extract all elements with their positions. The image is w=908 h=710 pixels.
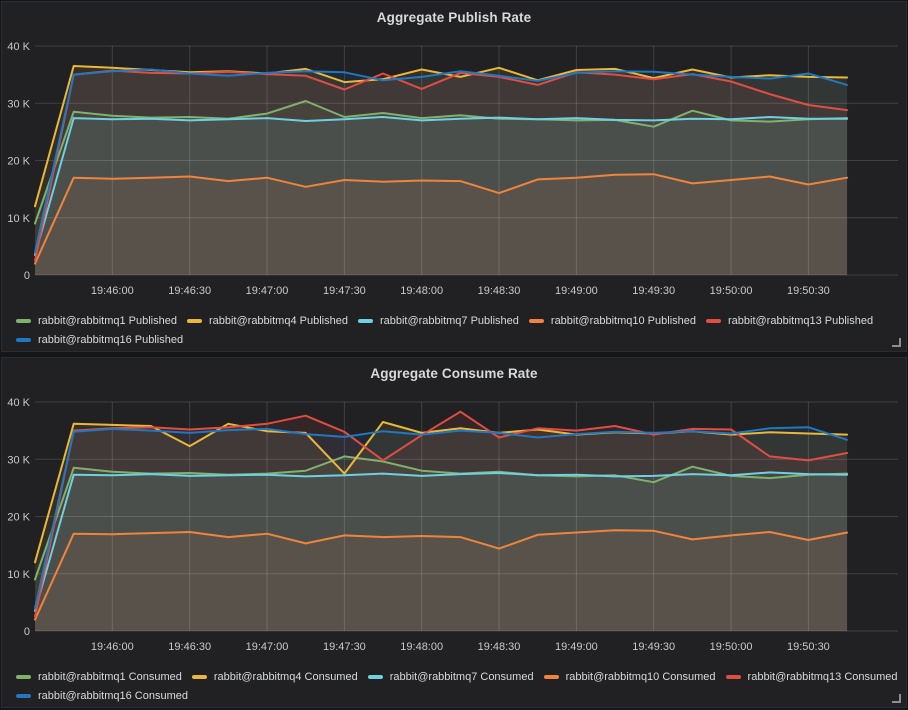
legend-series-marker — [16, 338, 31, 342]
legend-series-label: rabbit@rabbitmq16 Consumed — [38, 687, 188, 705]
svg-text:19:49:30: 19:49:30 — [632, 285, 675, 297]
legend-series-label: rabbit@rabbitmq10 Consumed — [566, 668, 716, 686]
legend-series-label: rabbit@rabbitmq16 Published — [38, 331, 183, 349]
panel-aggregate-consume-rate: Aggregate Consume Rate 0 10 K 20 K 30 K 40 K… — [1, 357, 907, 708]
svg-text:19:46:00: 19:46:00 — [91, 641, 134, 653]
svg-text:30 K: 30 K — [7, 454, 30, 466]
svg-text:0: 0 — [24, 626, 30, 638]
svg-text:19:46:30: 19:46:30 — [168, 285, 211, 297]
svg-text:40 K: 40 K — [7, 41, 30, 53]
legend-series-label: rabbit@rabbitmq1 Published — [38, 312, 177, 330]
svg-text:10 K: 10 K — [7, 569, 30, 581]
svg-text:30 K: 30 K — [7, 98, 30, 110]
legend-item[interactable]: rabbit@rabbitmq1 Published — [16, 312, 177, 330]
legend-item[interactable]: rabbit@rabbitmq7 Published — [358, 312, 519, 330]
panel-resize-handle[interactable] — [892, 338, 901, 347]
svg-text:19:48:00: 19:48:00 — [400, 285, 443, 297]
svg-text:19:48:30: 19:48:30 — [478, 285, 521, 297]
legend-item[interactable]: rabbit@rabbitmq4 Consumed — [192, 668, 358, 686]
legend-row: rabbit@rabbitmq1 Consumed rabbit@rabbitmq… — [16, 668, 892, 686]
svg-text:10 K: 10 K — [7, 213, 30, 225]
legend-series-marker — [706, 319, 721, 323]
consume-rate-chart-canvas[interactable]: 0 10 K 20 K 30 K 40 K 19:46:00 19:46:30 19:47:0… — [2, 388, 908, 656]
legend-item[interactable]: rabbit@rabbitmq16 Consumed — [16, 687, 188, 705]
svg-text:19:46:00: 19:46:00 — [91, 285, 134, 297]
legend-item[interactable]: rabbit@rabbitmq10 Consumed — [544, 668, 716, 686]
consume-legend: rabbit@rabbitmq1 Consumedrabbit@rabbitmq… — [2, 668, 906, 705]
svg-text:19:50:30: 19:50:30 — [787, 285, 830, 297]
legend-item[interactable]: rabbit@rabbitmq13 Consumed — [726, 668, 898, 686]
legend-series-label: rabbit@rabbitmq4 Consumed — [214, 668, 358, 686]
panel-aggregate-publish-rate: Aggregate Publish Rate 0 10 K 20 K 30 K 40 K… — [1, 1, 907, 352]
svg-text:19:47:00: 19:47:00 — [246, 641, 289, 653]
series-area-fills — [35, 66, 847, 275]
legend-series-marker — [16, 675, 31, 679]
legend-series-label: rabbit@rabbitmq1 Consumed — [38, 668, 182, 686]
legend-series-marker — [726, 675, 741, 679]
legend-series-marker — [16, 694, 31, 698]
legend-series-marker — [358, 319, 373, 323]
svg-text:19:50:30: 19:50:30 — [787, 641, 830, 653]
svg-text:40 K: 40 K — [7, 397, 30, 409]
panel-resize-handle[interactable] — [892, 694, 901, 703]
svg-text:20 K: 20 K — [7, 512, 30, 524]
legend-item[interactable]: rabbit@rabbitmq4 Published — [187, 312, 348, 330]
svg-text:19:47:30: 19:47:30 — [323, 285, 366, 297]
legend-item[interactable]: rabbit@rabbitmq16 Published — [16, 331, 183, 349]
legend-series-label: rabbit@rabbitmq7 Consumed — [390, 668, 534, 686]
legend-item[interactable]: rabbit@rabbitmq13 Published — [706, 312, 873, 330]
svg-text:0: 0 — [24, 270, 30, 282]
svg-text:19:48:00: 19:48:00 — [400, 641, 443, 653]
legend-item[interactable]: rabbit@rabbitmq7 Consumed — [368, 668, 534, 686]
legend-series-label: rabbit@rabbitmq13 Consumed — [748, 668, 898, 686]
legend-row: rabbit@rabbitmq1 Published rabbit@rabbitm… — [16, 312, 892, 330]
publish-rate-chart-canvas[interactable]: 0 10 K 20 K 30 K 40 K 19:46:00 19:46:30 19:47:0… — [2, 32, 908, 300]
svg-text:19:50:00: 19:50:00 — [710, 641, 753, 653]
svg-text:19:49:30: 19:49:30 — [632, 641, 675, 653]
svg-text:19:47:00: 19:47:00 — [246, 285, 289, 297]
svg-text:20 K: 20 K — [7, 156, 30, 168]
legend-row: rabbit@rabbitmq16 Consumed — [16, 687, 892, 705]
legend-item[interactable]: rabbit@rabbitmq1 Consumed — [16, 668, 182, 686]
legend-item[interactable]: rabbit@rabbitmq10 Published — [529, 312, 696, 330]
legend-series-marker — [192, 675, 207, 679]
svg-text:19:46:30: 19:46:30 — [168, 641, 211, 653]
svg-text:19:47:30: 19:47:30 — [323, 641, 366, 653]
panel-title-publish[interactable]: Aggregate Publish Rate — [2, 2, 906, 32]
legend-series-label: rabbit@rabbitmq7 Published — [380, 312, 519, 330]
publish-legend: rabbit@rabbitmq1 Publishedrabbit@rabbitm… — [2, 312, 906, 349]
legend-row: rabbit@rabbitmq16 Published — [16, 331, 892, 349]
legend-series-label: rabbit@rabbitmq13 Published — [728, 312, 873, 330]
panel-title-consume[interactable]: Aggregate Consume Rate — [2, 358, 906, 388]
legend-series-label: rabbit@rabbitmq10 Published — [551, 312, 696, 330]
svg-text:19:50:00: 19:50:00 — [710, 285, 753, 297]
legend-series-marker — [16, 319, 31, 323]
svg-text:19:49:00: 19:49:00 — [555, 285, 598, 297]
series-area-fills — [35, 412, 847, 631]
legend-series-marker — [529, 319, 544, 323]
legend-series-label: rabbit@rabbitmq4 Published — [209, 312, 348, 330]
svg-text:19:49:00: 19:49:00 — [555, 641, 598, 653]
legend-series-marker — [368, 675, 383, 679]
legend-series-marker — [187, 319, 202, 323]
legend-series-marker — [544, 675, 559, 679]
svg-text:19:48:30: 19:48:30 — [478, 641, 521, 653]
